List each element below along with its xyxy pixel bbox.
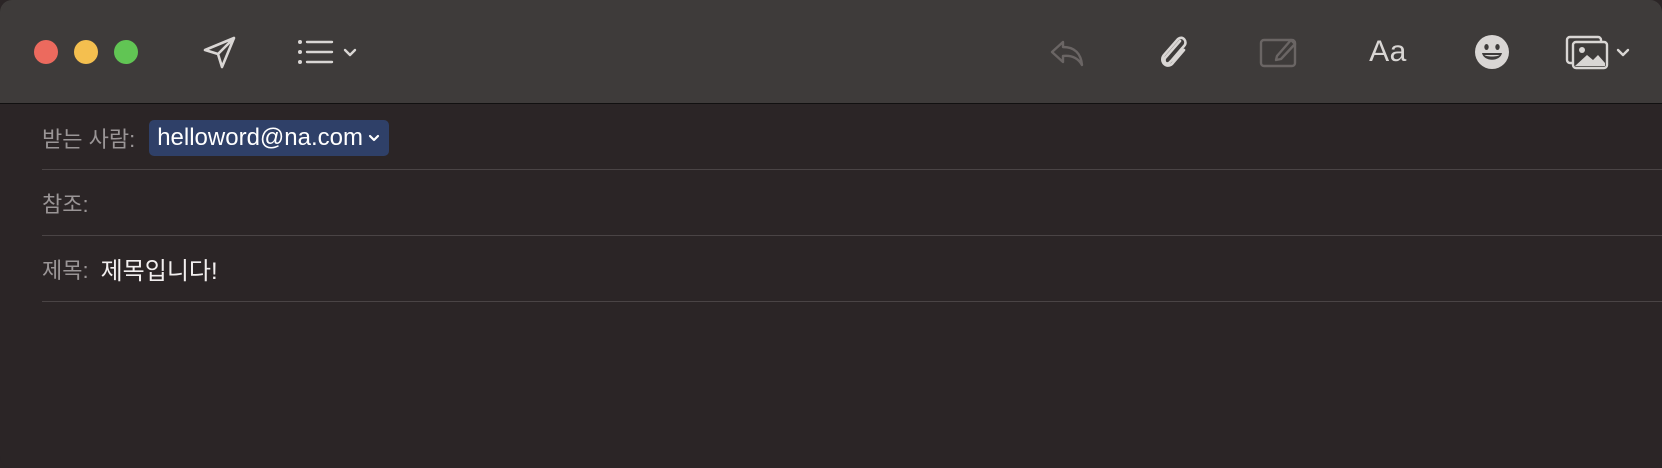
chevron-down-icon (343, 48, 357, 57)
list-icon (298, 40, 334, 64)
smiley-face-icon (1475, 35, 1509, 69)
chevron-down-icon (1616, 48, 1630, 57)
photo-browser-icon (1565, 35, 1609, 70)
recipient-address: helloword@na.com (157, 123, 363, 151)
emoji-button[interactable] (1472, 28, 1512, 76)
reply-button[interactable] (1044, 28, 1090, 76)
reply-arrow-icon (1050, 40, 1084, 67)
subject-label: 제목: (42, 257, 89, 283)
to-field-row[interactable]: 받는 사람: helloword@na.com (42, 106, 1662, 170)
markup-pencil-icon (1259, 38, 1297, 68)
zoom-button[interactable] (114, 40, 138, 64)
header-fields-button[interactable] (294, 28, 360, 76)
cc-label: 참조: (42, 191, 89, 217)
subject-input[interactable]: 제목입니다! (101, 251, 218, 286)
chevron-down-icon (368, 134, 380, 141)
markup-button[interactable] (1255, 28, 1303, 76)
minimize-button[interactable] (74, 40, 98, 64)
cc-field-row[interactable]: 참조: (42, 170, 1662, 236)
photo-browser-button[interactable] (1562, 28, 1634, 76)
paper-plane-icon (203, 36, 236, 69)
paperclip-icon (1161, 36, 1187, 67)
recipient-token[interactable]: helloword@na.com (149, 119, 389, 156)
close-button[interactable] (34, 40, 58, 64)
subject-field-row[interactable]: 제목: 제목입니다! (42, 236, 1662, 302)
format-label: Aa (1369, 35, 1407, 68)
attach-button[interactable] (1150, 28, 1196, 76)
send-button[interactable] (196, 28, 244, 76)
to-label: 받는 사람: (42, 126, 136, 152)
compose-header-fields: 받는 사람: helloword@na.com 참조: 제목: 제목입니다! (0, 104, 1662, 468)
mail-compose-window: Aa 받는 사람: helloword@na.com 참조: 제목: 제목입니다… (0, 0, 1662, 468)
format-button[interactable]: Aa (1362, 28, 1414, 76)
toolbar: Aa (0, 0, 1662, 104)
